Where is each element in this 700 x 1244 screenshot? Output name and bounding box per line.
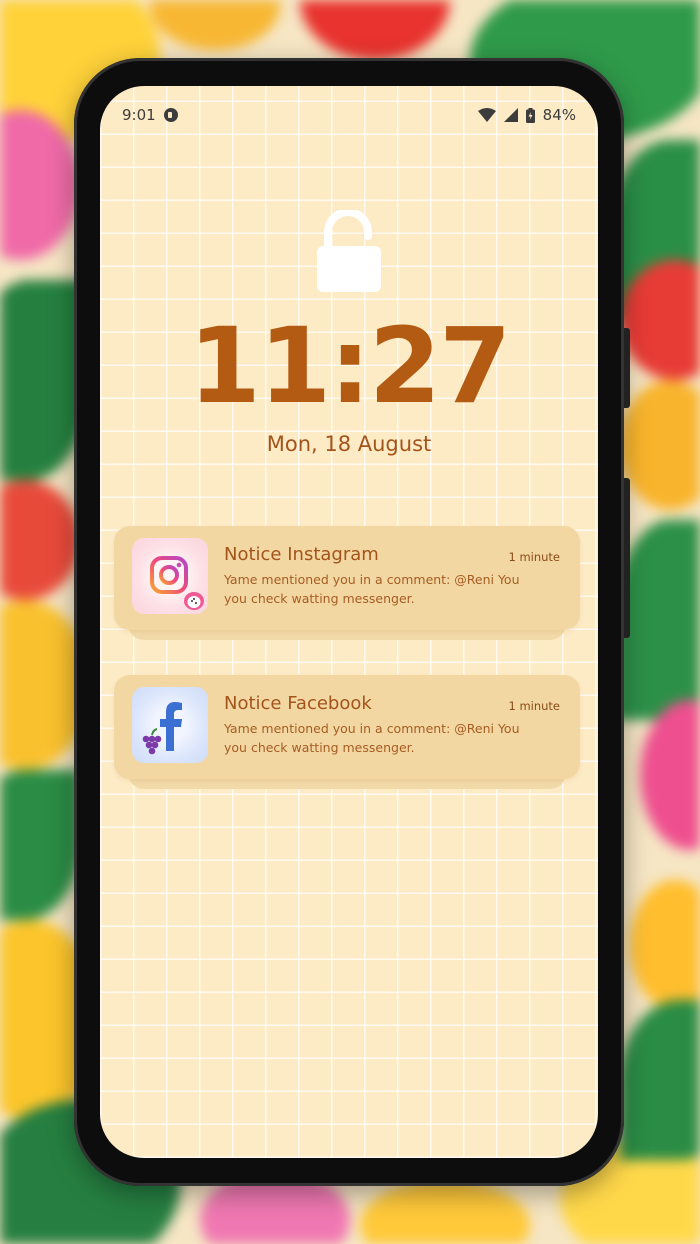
- unlocked-padlock-icon[interactable]: [314, 210, 384, 294]
- notification-time: 1 minute: [508, 550, 560, 564]
- facebook-icon: [132, 687, 208, 763]
- notification-instagram[interactable]: Notice Instagram 1 minute Yame mentioned…: [114, 526, 580, 640]
- notification-facebook[interactable]: Notice Facebook 1 minute Yame mentioned …: [114, 675, 580, 789]
- instagram-icon: [132, 538, 208, 614]
- notification-time: 1 minute: [508, 699, 560, 713]
- battery-icon: [525, 107, 535, 123]
- signal-icon: [503, 108, 518, 122]
- status-time: 9:01: [122, 106, 156, 124]
- date: Mon, 18 August: [266, 432, 432, 456]
- app-icon: [163, 108, 178, 122]
- status-bar: 9:01 84%: [122, 104, 576, 126]
- lock-screen: 9:01 84% 11:27 Mon, 18 August Notice Ins…: [100, 86, 598, 1158]
- volume-button: [624, 328, 630, 408]
- notification-body: Yame mentioned you in a comment: @Reni Y…: [224, 572, 520, 606]
- clock: 11:27: [188, 305, 511, 427]
- wifi-icon: [477, 108, 496, 122]
- power-button: [624, 478, 630, 638]
- notification-card[interactable]: Notice Facebook 1 minute Yame mentioned …: [114, 675, 580, 779]
- notification-card[interactable]: Notice Instagram 1 minute Yame mentioned…: [114, 526, 580, 630]
- notification-title: Notice Facebook: [224, 693, 372, 714]
- phone-frame: 9:01 84% 11:27 Mon, 18 August Notice Ins…: [74, 58, 630, 1186]
- battery-percentage: 84%: [542, 106, 576, 124]
- notification-body: Yame mentioned you in a comment: @Reni Y…: [224, 721, 520, 755]
- notification-title: Notice Instagram: [224, 544, 379, 565]
